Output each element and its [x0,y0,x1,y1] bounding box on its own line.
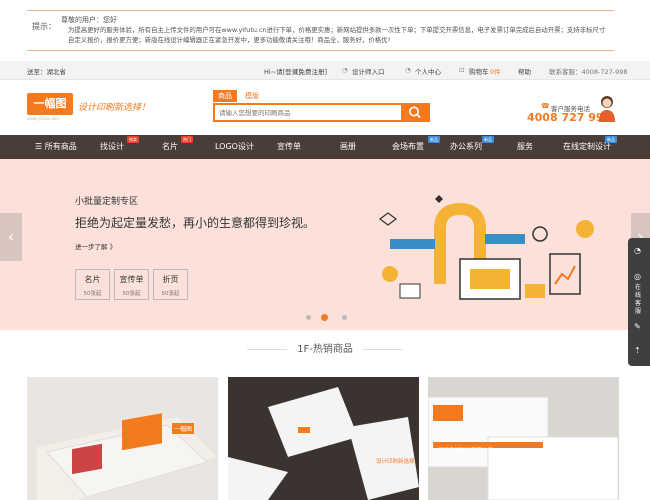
user-icon: ◔ [342,66,348,74]
designer-entry-link[interactable]: 设计师入口 [352,66,385,76]
menu-icon: ☰ [35,142,45,151]
slogan: 设计印刷新选择！ [78,103,151,113]
card-name: 宣传单 [119,275,144,284]
carousel-dot-active[interactable] [321,314,328,321]
site-logo[interactable]: 一幅图 [27,93,73,115]
nav-badge: 新品 [428,136,440,143]
card-qty: 50张起 [122,291,141,297]
banner-title: 拒绝为起定量发愁，再小的生意都得到珍视。 [75,216,316,230]
edit-icon[interactable]: ✎ [634,322,641,331]
product-tile[interactable]: 设计印刷新选择 [228,377,419,500]
help-link[interactable]: 帮助 [518,66,531,76]
service-agent-avatar [597,94,617,122]
person-icon: ◔ [405,66,411,74]
nav-all-products[interactable]: ☰ 所有商品 [35,135,77,159]
floor-title-text: 1F-热销商品 [297,344,353,355]
banner-more-link[interactable]: 进一步了解 》 [75,241,116,251]
card-qty: 50张起 [161,291,180,297]
search-input[interactable] [215,105,400,120]
search-icon [409,106,421,119]
search-tab-templates[interactable]: 模版 [240,90,264,102]
nav-item-venue[interactable]: 会场布置 [392,135,424,159]
nav-label: 找设计 [100,142,124,151]
nav-badge: 新品 [605,136,617,143]
notice-greeting: 尊敬的用户：您好 [61,16,117,24]
product-tile[interactable]: 一幅图 [27,377,218,500]
carousel-prev-button[interactable]: ‹ [0,213,22,261]
user-center-link[interactable]: 个人中心 [415,66,441,76]
nav-all-label: 所有商品 [44,142,77,151]
nav-item-logo-design[interactable]: LOGO设计 [215,135,254,159]
hotline: 联系客服：4008-727-998 [549,68,628,76]
nav-label: 服务 [517,142,533,151]
notice-label: 提示： [32,22,56,31]
nav-item-brochure[interactable]: 画册 [340,135,356,159]
nav-item-service[interactable]: 服务 [517,135,533,159]
carousel-dot[interactable] [342,315,347,320]
cart-count: 0件 [490,68,501,76]
floor-title: 1F-热销商品 [0,340,650,355]
nav-item-business-card[interactable]: 名片 [162,135,178,159]
product-image [37,413,217,500]
product-tile[interactable]: 武汉幸福科技有限公司 [428,377,619,500]
nav-label: 会场布置 [392,142,424,151]
carousel-dot[interactable] [306,315,311,320]
search-tab-products[interactable]: 商品 [213,90,237,102]
main-nav: ☰ 所有商品 找设计 热卖 名片 热门 LOGO设计 宣传单 画册 会场布置 新… [0,135,650,159]
hero-banner: 小批量定制专区 拒绝为起定量发愁，再小的生意都得到珍视。 进一步了解 》 名片 … [0,159,650,330]
nav-label: 在线定制设计 [563,142,611,151]
card-name: 名片 [84,275,101,284]
card-qty: 50张起 [83,291,102,297]
product-image [228,387,419,500]
divider [247,348,288,350]
nav-item-custom-design[interactable]: 在线定制设计 [563,135,611,159]
divider [362,348,403,350]
nav-label: 宣传单 [277,142,301,151]
banner-subtitle: 小批量定制专区 [75,197,139,207]
nav-badge: 热门 [181,136,193,143]
search-button[interactable] [401,103,430,122]
product-company-text: 武汉幸福科技有限公司 [438,448,494,454]
chevron-left-icon: ‹ [7,227,15,246]
nav-item-flyer[interactable]: 宣传单 [277,135,301,159]
nav-label: 办公系列 [450,142,482,151]
notice-message: 为提高更好的服务体验，所有自主上传文件的用户可在www.yifutu.cn进行下… [68,26,606,44]
delivery-location[interactable]: 送至：湖北省 [27,66,66,76]
chat-icon[interactable]: ◎ [634,272,641,281]
search-box [213,103,430,122]
product-image [428,396,619,500]
cart-icon: ⊡ [459,66,465,74]
phone-icon: ☎ [541,102,550,110]
notice-box: 提示： 尊敬的用户：您好 为提高更好的服务体验，所有自主上传文件的用户可在www… [27,10,614,51]
cart-link[interactable]: 购物车 [469,66,489,76]
card-flyer[interactable]: 宣传单 50张起 [114,269,149,300]
top-bar: 送至：湖北省 Hi~请[登录] [免费注册] ◔ 设计师入口 ◔ 个人中心 ⊡ … [0,61,650,80]
nav-badge: 新品 [482,136,494,143]
card-business-card[interactable]: 名片 50张起 [75,269,110,300]
register-link[interactable]: [免费注册] [296,66,327,76]
banner-illustration [379,195,594,300]
nav-label: LOGO设计 [215,142,254,151]
nav-label: 名片 [162,142,178,151]
nav-label: 画册 [340,142,356,151]
online-service-link[interactable]: 在线客服 [635,284,643,316]
logo-url: www.yifutu.com [27,116,60,121]
product-card-text: 设计印刷新选择 [376,459,415,465]
card-name: 折页 [162,275,179,284]
product-logo-text: 一幅图 [172,423,195,434]
nav-item-office[interactable]: 办公系列 [450,135,482,159]
nav-badge: 热卖 [127,136,139,143]
user-icon[interactable]: ◔ [634,246,641,255]
card-fold[interactable]: 折页 50张起 [153,269,188,300]
nav-item-find-design[interactable]: 找设计 [100,135,124,159]
